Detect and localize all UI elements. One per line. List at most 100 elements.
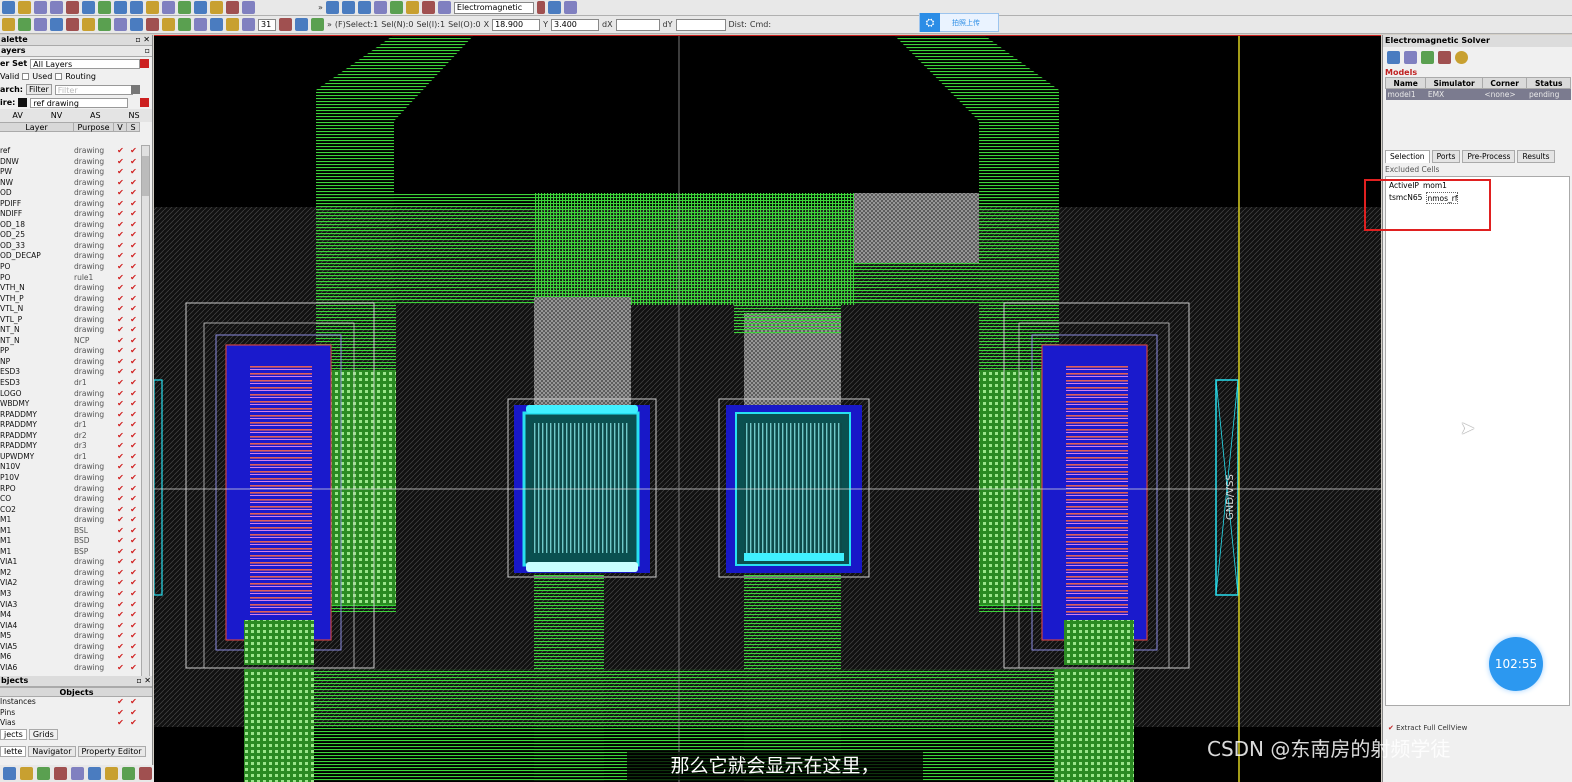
layer-row[interactable]: ESD3 drawing ✔ ✔: [0, 367, 140, 378]
grid-value-field[interactable]: 31: [258, 18, 276, 31]
select-icon[interactable]: [2, 18, 15, 31]
col-layer[interactable]: Layer: [0, 123, 74, 132]
tab-results[interactable]: Results: [1517, 149, 1555, 163]
layers-icon[interactable]: [178, 1, 191, 14]
selectable-check-icon[interactable]: ✔: [127, 357, 140, 368]
selectable-check-icon[interactable]: ✔: [127, 473, 140, 484]
layer-row[interactable]: PP drawing ✔ ✔: [0, 346, 140, 357]
layer-row[interactable]: VIA5 drawing ✔ ✔: [0, 642, 140, 653]
tool-icon[interactable]: [71, 767, 84, 780]
selectable-check-icon[interactable]: ✔: [127, 431, 140, 442]
wire-dropdown[interactable]: ref drawing: [30, 97, 129, 108]
av-dropdown[interactable]: AV: [12, 111, 22, 120]
visible-check-icon[interactable]: ✔: [114, 663, 127, 674]
visible-check-icon[interactable]: ✔: [114, 536, 127, 547]
visible-check-icon[interactable]: ✔: [114, 389, 127, 400]
visible-check-icon[interactable]: ✔: [114, 315, 127, 326]
selectable-check-icon[interactable]: ✔: [127, 389, 140, 400]
visible-check-icon[interactable]: ✔: [114, 178, 127, 189]
col-s[interactable]: S: [127, 123, 140, 132]
layer-row[interactable]: M4 drawing ✔ ✔: [0, 610, 140, 621]
visible-check-icon[interactable]: ✔: [114, 304, 127, 315]
chop-icon[interactable]: [210, 18, 223, 31]
dy-field[interactable]: [675, 18, 726, 31]
copy-icon[interactable]: [82, 1, 95, 14]
tab-selection[interactable]: Selection: [1385, 149, 1430, 163]
visible-check-icon[interactable]: ✔: [114, 199, 127, 210]
tool-icon[interactable]: [54, 767, 67, 780]
visible-check-icon[interactable]: ✔: [114, 441, 127, 452]
upload-button[interactable]: ⛭ 拍照上传: [919, 13, 999, 32]
selectable-check-icon[interactable]: ✔: [127, 589, 140, 600]
selectable-check-icon[interactable]: ✔: [127, 167, 140, 178]
col-purpose[interactable]: Purpose: [74, 123, 114, 132]
visible-check-icon[interactable]: ✔: [114, 462, 127, 473]
selectable-check-icon[interactable]: ✔: [127, 642, 140, 653]
save-icon[interactable]: [18, 1, 31, 14]
selectable-check-icon[interactable]: ✔: [127, 336, 140, 347]
polygon-icon[interactable]: [82, 18, 95, 31]
close-icon[interactable]: ▫ ✕: [135, 35, 150, 45]
layer-row[interactable]: VIA6 drawing ✔ ✔: [0, 663, 140, 674]
layer-row[interactable]: M5 drawing ✔ ✔: [0, 631, 140, 642]
tool-icon[interactable]: [37, 767, 50, 780]
selectable-check-icon[interactable]: ✔: [127, 346, 140, 357]
selectable-check-icon[interactable]: ✔: [127, 262, 140, 273]
selectable-check-icon[interactable]: ✔: [127, 283, 140, 294]
open-icon[interactable]: [2, 1, 15, 14]
layer-row[interactable]: VIA1 drawing ✔ ✔: [0, 557, 140, 568]
tool-icon[interactable]: [122, 767, 135, 780]
selectable-check-icon[interactable]: ✔: [127, 452, 140, 463]
layer-row[interactable]: RPADDMY dr3 ✔ ✔: [0, 441, 140, 452]
tab-palette[interactable]: lette: [0, 746, 27, 757]
dx-field[interactable]: [615, 18, 660, 31]
visible-check-icon[interactable]: ✔: [114, 157, 127, 168]
scroll-thumb[interactable]: [142, 156, 149, 196]
objects-row[interactable]: Vias ✔ ✔: [0, 718, 152, 729]
tab-navigator[interactable]: Navigator: [28, 746, 76, 757]
timer-badge[interactable]: 102:55: [1489, 637, 1543, 691]
edit-model-icon[interactable]: [1404, 51, 1417, 64]
selectable-check-icon[interactable]: ✔: [127, 547, 140, 558]
layer-row[interactable]: M6 drawing ✔ ✔: [0, 652, 140, 663]
angle-icon[interactable]: [311, 18, 324, 31]
visible-check-icon[interactable]: ✔: [114, 251, 127, 262]
selectable-check-icon[interactable]: ✔: [127, 304, 140, 315]
ns-dropdown[interactable]: NS: [128, 111, 139, 120]
visible-check-icon[interactable]: ✔: [114, 146, 127, 157]
visible-check-icon[interactable]: ✔: [114, 452, 127, 463]
layer-row[interactable]: CO2 drawing ✔ ✔: [0, 505, 140, 516]
objects-row[interactable]: Instances ✔ ✔: [0, 697, 152, 708]
selectable-check-icon[interactable]: ✔: [127, 399, 140, 410]
tab-pre-process[interactable]: Pre-Process: [1462, 149, 1516, 163]
layer-row[interactable]: M1 BSL ✔ ✔: [0, 526, 140, 537]
selectable-check-icon[interactable]: ✔: [127, 146, 140, 157]
layer-row[interactable]: PW drawing ✔ ✔: [0, 167, 140, 178]
tool-icon[interactable]: [20, 767, 33, 780]
refresh-icon[interactable]: [210, 1, 223, 14]
visible-check-icon[interactable]: ✔: [114, 631, 127, 642]
label-icon[interactable]: [114, 18, 127, 31]
layer-row[interactable]: VTL_N drawing ✔ ✔: [0, 304, 140, 315]
visible-check-icon[interactable]: ✔: [114, 505, 127, 516]
visible-check-icon[interactable]: ✔: [114, 589, 127, 600]
layer-row[interactable]: OD_DECAP drawing ✔ ✔: [0, 251, 140, 262]
settings-icon[interactable]: [1438, 51, 1451, 64]
visible-check-icon[interactable]: ✔: [114, 420, 127, 431]
layer-scrollbar[interactable]: [141, 145, 150, 685]
fit-icon[interactable]: [146, 1, 159, 14]
visible-check-icon[interactable]: ✔: [114, 431, 127, 442]
selectable-check-icon[interactable]: ✔: [127, 484, 140, 495]
visible-check-icon[interactable]: ✔: [114, 515, 127, 526]
selectable-check-icon[interactable]: ✔: [127, 515, 140, 526]
selectable-check-icon[interactable]: ✔: [127, 230, 140, 241]
visible-check-icon[interactable]: ✔: [114, 621, 127, 632]
tool-icon[interactable]: [88, 767, 101, 780]
layer-row[interactable]: M1 BSP ✔ ✔: [0, 547, 140, 558]
selectable-check-icon[interactable]: ✔: [127, 209, 140, 220]
selectable-check-icon[interactable]: ✔: [127, 273, 140, 284]
visible-check-icon[interactable]: ✔: [114, 473, 127, 484]
layer-row[interactable]: OD_33 drawing ✔ ✔: [0, 241, 140, 252]
visible-check-icon[interactable]: ✔: [114, 399, 127, 410]
layer-row[interactable]: CO drawing ✔ ✔: [0, 494, 140, 505]
